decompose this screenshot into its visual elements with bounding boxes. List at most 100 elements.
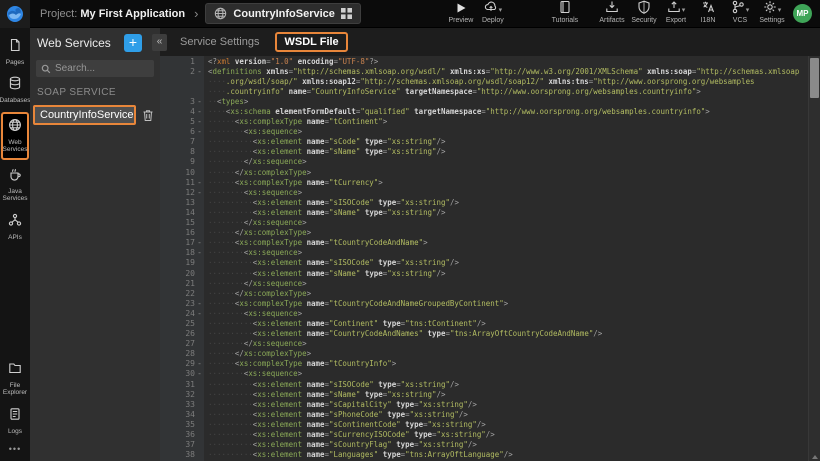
app-logo[interactable]: [0, 0, 30, 28]
code-line[interactable]: ········<xs:sequence>: [208, 248, 808, 258]
sidebar-item-java-services[interactable]: Java Services: [0, 162, 30, 208]
tab-wsdl-file[interactable]: WSDL File: [275, 32, 347, 52]
scrollbar-arrow-icon[interactable]: [812, 455, 818, 459]
code-line[interactable]: <?xml version="1.0" encoding="UTF-8"?>: [208, 56, 808, 66]
code-line[interactable]: ······</xs:complexType>: [208, 167, 808, 177]
code-line[interactable]: ········</xs:sequence>: [208, 339, 808, 349]
code-line[interactable]: ··<types>: [208, 96, 808, 106]
databases-icon: [8, 76, 22, 95]
web-services-icon: [8, 118, 22, 137]
sidebar-item-apis[interactable]: APIs: [0, 208, 30, 246]
security-button[interactable]: Security: [628, 3, 660, 24]
deploy-button[interactable]: ▾Deploy: [477, 3, 509, 24]
document-tab-countryinfoservice[interactable]: CountryInfoService: [205, 3, 360, 24]
code-line[interactable]: ······</xs:complexType>: [208, 288, 808, 298]
settings-button[interactable]: ▾Settings: [756, 3, 788, 24]
fold-marker-icon[interactable]: -: [195, 97, 204, 106]
i18n-button[interactable]: I18N: [692, 3, 724, 24]
line-number: 24-: [160, 308, 204, 318]
code-line[interactable]: ······<xs:complexType name="tCurrency">: [208, 177, 808, 187]
service-search-input[interactable]: Search...: [36, 60, 154, 77]
fold-marker-icon[interactable]: -: [195, 309, 204, 318]
line-number: 35: [160, 419, 204, 429]
code-line[interactable]: ··········<xs:element name="sName" type=…: [208, 389, 808, 399]
code-line[interactable]: ········<xs:sequence>: [208, 187, 808, 197]
fold-marker-icon[interactable]: -: [195, 369, 204, 378]
code-line[interactable]: ··········<xs:element name="Languages" t…: [208, 450, 808, 460]
tab-service-settings[interactable]: Service Settings: [180, 36, 259, 48]
line-number: 6-: [160, 127, 204, 137]
code-line[interactable]: ··········<xs:element name="sCapitalCity…: [208, 399, 808, 409]
preview-button[interactable]: Preview: [445, 3, 477, 24]
fold-marker-icon[interactable]: -: [195, 248, 204, 257]
code-line[interactable]: ··········<xs:element name="sCurrencyISO…: [208, 429, 808, 439]
line-number: 29-: [160, 359, 204, 369]
avatar[interactable]: MP: [793, 4, 812, 23]
logs-label: Logs: [8, 428, 22, 435]
editor-gutter: 12-3-4-5-6-7891011-12-1314151617-18-1920…: [160, 56, 204, 461]
fold-marker-icon[interactable]: -: [195, 359, 204, 368]
grid-icon[interactable]: [341, 8, 352, 19]
line-number: 36: [160, 429, 204, 439]
wsdl-editor[interactable]: 12-3-4-5-6-7891011-12-1314151617-18-1920…: [160, 56, 820, 461]
fold-marker-icon[interactable]: -: [195, 188, 204, 197]
deploy-label: Deploy: [482, 17, 504, 24]
editor-code-area[interactable]: <?xml version="1.0" encoding="UTF-8"?><d…: [204, 56, 808, 461]
fold-marker-icon[interactable]: -: [195, 127, 204, 136]
chevron-down-icon: ▾: [746, 6, 750, 14]
code-line[interactable]: ··········<xs:element name="sName" type=…: [208, 147, 808, 157]
code-line[interactable]: ··········<xs:element name="sContinentCo…: [208, 419, 808, 429]
scrollbar-thumb[interactable]: [810, 58, 819, 98]
sidebar-item-logs[interactable]: Logs: [0, 402, 30, 440]
fold-marker-icon[interactable]: -: [195, 117, 204, 126]
code-line[interactable]: ······</xs:complexType>: [208, 228, 808, 238]
code-line[interactable]: ········</xs:sequence>: [208, 218, 808, 228]
export-button[interactable]: ▾Export: [660, 3, 692, 24]
fold-marker-icon[interactable]: -: [195, 67, 204, 76]
artifacts-button[interactable]: Artifacts: [596, 3, 628, 24]
code-line[interactable]: ····<xs:schema elementFormDefault="quali…: [208, 106, 808, 116]
code-line[interactable]: ····.countryinfo" name="CountryInfoServi…: [208, 86, 808, 96]
code-line[interactable]: ··········<xs:element name="sCountryFlag…: [208, 440, 808, 450]
code-line[interactable]: ········</xs:sequence>: [208, 157, 808, 167]
code-line[interactable]: ········<xs:sequence>: [208, 127, 808, 137]
code-line[interactable]: ········<xs:sequence>: [208, 308, 808, 318]
sidebar-item-file-explorer[interactable]: File Explorer: [0, 356, 30, 402]
service-item-countryinfoservice[interactable]: CountryInfoService: [33, 105, 136, 125]
sidebar-item-pages[interactable]: Pages: [0, 33, 30, 71]
add-service-button[interactable]: +: [124, 34, 142, 52]
tutorials-button[interactable]: Tutorials: [549, 3, 581, 24]
code-line[interactable]: ··········<xs:element name="sName" type=…: [208, 268, 808, 278]
code-line[interactable]: ··········<xs:element name="sPhoneCode" …: [208, 409, 808, 419]
code-line[interactable]: ········</xs:sequence>: [208, 278, 808, 288]
sidebar-item-web-services[interactable]: Web Services: [1, 112, 29, 160]
code-line[interactable]: ··········<xs:element name="sISOCode" ty…: [208, 258, 808, 268]
code-line[interactable]: ······<xs:complexType name="tContinent">: [208, 117, 808, 127]
panel-collapse-button[interactable]: «: [152, 34, 167, 51]
code-line[interactable]: ······<xs:complexType name="tCountryCode…: [208, 238, 808, 248]
code-line[interactable]: ······<xs:complexType name="tCountryInfo…: [208, 359, 808, 369]
code-line[interactable]: ····.org/wsdl/soap/" xmlns:soap12="http:…: [208, 76, 808, 86]
search-placeholder: Search...: [55, 63, 95, 74]
delete-service-icon[interactable]: [142, 109, 154, 122]
more-options-button[interactable]: •••: [9, 440, 21, 461]
fold-marker-icon[interactable]: -: [195, 238, 204, 247]
code-line[interactable]: ··········<xs:element name="sISOCode" ty…: [208, 379, 808, 389]
vcs-button[interactable]: ▾VCS: [724, 3, 756, 24]
code-line[interactable]: ··········<xs:element name="sCode" type=…: [208, 137, 808, 147]
pages-label: Pages: [6, 59, 24, 66]
code-line[interactable]: ··········<xs:element name="Continent" t…: [208, 318, 808, 328]
code-line[interactable]: ··········<xs:element name="sISOCode" ty…: [208, 197, 808, 207]
web-services-label: Web Services: [3, 139, 28, 154]
code-line[interactable]: ······</xs:complexType>: [208, 349, 808, 359]
editor-scrollbar[interactable]: [808, 56, 820, 461]
fold-marker-icon[interactable]: -: [195, 299, 204, 308]
code-line[interactable]: <definitions xmlns="http://schemas.xmlso…: [208, 66, 808, 76]
code-line[interactable]: ········<xs:sequence>: [208, 369, 808, 379]
code-line[interactable]: ··········<xs:element name="sName" type=…: [208, 207, 808, 217]
fold-marker-icon[interactable]: -: [195, 178, 204, 187]
code-line[interactable]: ··········<xs:element name="CountryCodeA…: [208, 329, 808, 339]
fold-marker-icon[interactable]: -: [195, 107, 204, 116]
sidebar-item-databases[interactable]: Databases: [0, 71, 30, 109]
code-line[interactable]: ······<xs:complexType name="tCountryCode…: [208, 298, 808, 308]
